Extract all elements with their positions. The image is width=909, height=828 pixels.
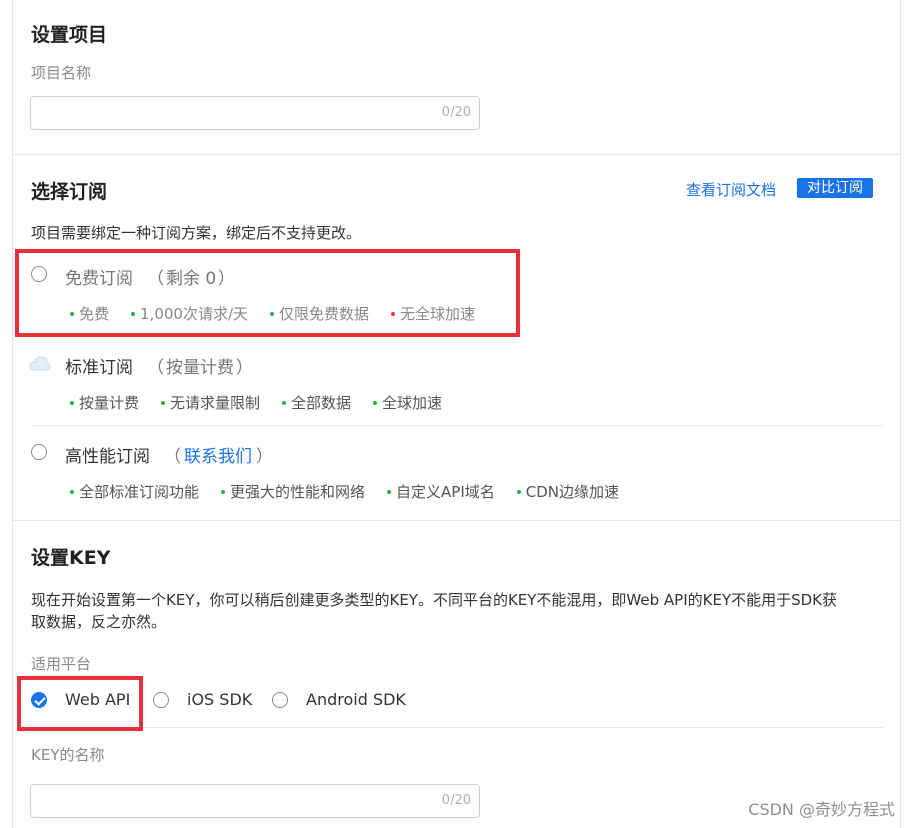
standard-subscription-features: 按量计费 无请求量限制 全部数据 全球加速 xyxy=(70,392,442,413)
web-api-highlight xyxy=(17,676,143,731)
feature-item: 无请求量限制 xyxy=(161,392,260,413)
performance-subscription-label[interactable]: 高性能订阅 xyxy=(65,442,150,467)
feature-dot-icon xyxy=(282,400,287,405)
feature-dot-icon xyxy=(387,489,392,494)
project-name-label: 项目名称 xyxy=(31,64,92,82)
project-name-counter: 0/20 xyxy=(441,105,471,120)
key-name-label: KEY的名称 xyxy=(31,746,105,764)
key-description-line1: 现在开始设置第一个KEY，你可以稍后创建更多类型的KEY。不同平台的KEY不能混… xyxy=(31,591,838,609)
feature-item: 全部数据 xyxy=(282,392,351,413)
section-divider xyxy=(13,154,900,155)
compare-subscriptions-button[interactable]: 对比订阅 xyxy=(797,178,873,198)
standard-subscription-paren-open: （ xyxy=(147,358,164,378)
standard-subscription-label[interactable]: 标准订阅 xyxy=(65,353,133,378)
android-sdk-radio-icon[interactable] xyxy=(272,692,288,708)
watermark: CSDN @奇妙方程式 xyxy=(748,800,895,819)
performance-subscription-features: 全部标准订阅功能 更强大的性能和网络 自定义API域名 CDN边缘加速 xyxy=(70,481,619,502)
feature-item: CDN边缘加速 xyxy=(516,481,619,502)
platform-android-sdk[interactable]: Android SDK xyxy=(306,690,406,709)
view-subscription-docs-link[interactable]: 查看订阅文档 xyxy=(686,179,776,200)
key-name-input[interactable] xyxy=(31,785,431,817)
key-name-counter: 0/20 xyxy=(441,793,471,808)
feature-dot-icon xyxy=(161,400,166,405)
feature-item: 按量计费 xyxy=(70,392,139,413)
feature-item: 全球加速 xyxy=(373,392,442,413)
feature-dot-icon xyxy=(70,489,74,494)
platform-ios-sdk[interactable]: iOS SDK xyxy=(187,690,252,709)
cloud-icon[interactable] xyxy=(29,354,51,372)
free-subscription-highlight xyxy=(15,249,520,337)
project-section-title: 设置项目 xyxy=(31,24,108,46)
option-divider xyxy=(31,727,883,728)
ios-sdk-radio-icon[interactable] xyxy=(153,692,169,708)
feature-item: 自定义API域名 xyxy=(387,481,495,502)
performance-subscription-paren-close: ） xyxy=(256,447,273,467)
section-divider xyxy=(13,520,900,521)
standard-subscription-billing-note: 按量计费 xyxy=(166,358,234,378)
subscription-section-title: 选择订阅 xyxy=(31,181,108,203)
key-section-title: 设置KEY xyxy=(31,547,111,569)
option-divider xyxy=(31,425,883,426)
contact-us-link[interactable]: 联系我们 xyxy=(184,442,252,467)
project-name-field[interactable]: 0/20 xyxy=(30,96,480,130)
feature-dot-icon xyxy=(70,400,74,405)
feature-item: 全部标准订阅功能 xyxy=(70,481,199,502)
feature-dot-icon xyxy=(373,400,378,405)
feature-dot-icon xyxy=(221,489,226,494)
feature-item: 更强大的性能和网络 xyxy=(221,481,365,502)
platform-label: 适用平台 xyxy=(31,655,92,673)
key-name-field[interactable]: 0/20 xyxy=(30,784,480,818)
subscription-description: 项目需要绑定一种订阅方案，绑定后不支持更改。 xyxy=(31,224,362,242)
key-description-line2: 取数据，反之亦然。 xyxy=(31,613,167,631)
performance-subscription-radio-icon[interactable] xyxy=(31,444,47,460)
standard-subscription-paren-close: ） xyxy=(236,358,253,378)
performance-subscription-paren-open: （ xyxy=(164,447,181,467)
project-name-input[interactable] xyxy=(31,97,431,129)
feature-dot-icon xyxy=(516,489,521,494)
